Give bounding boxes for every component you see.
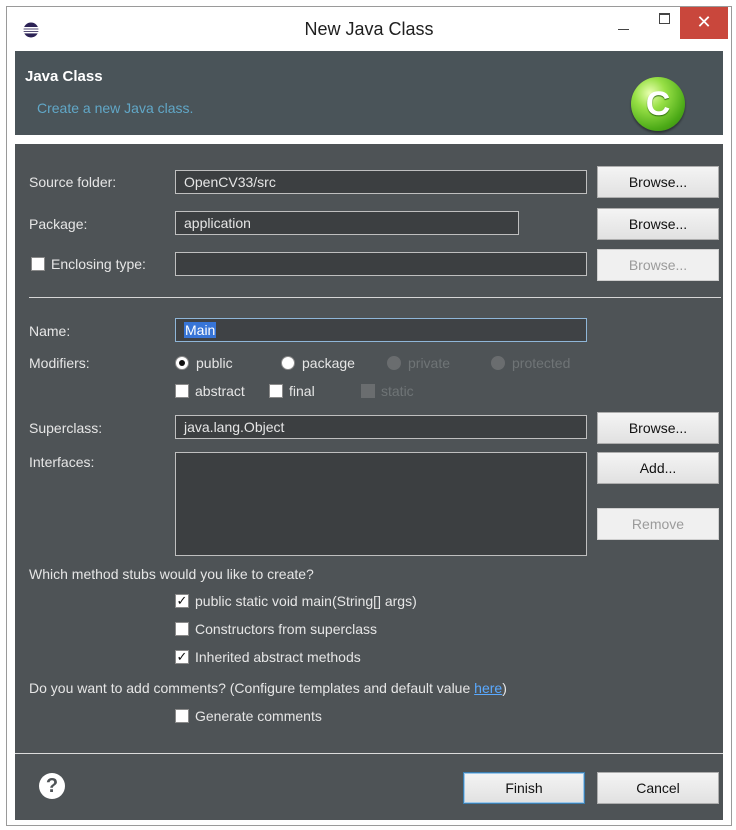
wizard-header: Java Class Create a new Java class. C	[15, 51, 723, 135]
source-folder-field[interactable]: OpenCV33/src	[175, 170, 587, 194]
enclosing-type-field[interactable]	[175, 252, 587, 276]
button-bar: ? Finish Cancel	[15, 753, 723, 820]
interfaces-remove-button[interactable]: Remove	[597, 508, 719, 540]
minimize-button[interactable]	[605, 7, 643, 39]
name-label: Name:	[29, 323, 71, 339]
modifier-package-radio[interactable]	[281, 356, 295, 370]
interfaces-label: Interfaces:	[29, 454, 95, 470]
stub-main-checkbox[interactable]: ✓	[175, 594, 189, 608]
modifier-public-radio[interactable]	[175, 356, 189, 370]
enclosing-type-label: Enclosing type:	[51, 256, 146, 272]
package-field[interactable]: application	[175, 211, 519, 235]
modifier-package-label: package	[302, 355, 355, 371]
title-bar: New Java Class ✕	[7, 7, 731, 51]
finish-button[interactable]: Finish	[463, 772, 585, 804]
stub-constructors-checkbox[interactable]	[175, 622, 189, 636]
method-stubs-question: Which method stubs would you like to cre…	[29, 566, 314, 582]
package-label: Package:	[29, 216, 88, 232]
minimize-icon	[618, 29, 629, 30]
maximize-icon	[659, 13, 670, 24]
maximize-button[interactable]	[645, 7, 683, 39]
stub-constructors-label: Constructors from superclass	[195, 621, 378, 637]
modifiers-label: Modifiers:	[29, 355, 90, 371]
java-class-icon: C	[631, 77, 685, 131]
source-folder-browse-button[interactable]: Browse...	[597, 166, 719, 198]
enclosing-type-checkbox[interactable]	[31, 257, 45, 271]
separator	[29, 297, 721, 298]
wizard-body: Source folder: OpenCV33/src Browse... Pa…	[15, 143, 723, 754]
superclass-field[interactable]: java.lang.Object	[175, 415, 587, 439]
interfaces-add-button[interactable]: Add...	[597, 452, 719, 484]
close-icon: ✕	[696, 12, 712, 32]
stub-inherited-label: Inherited abstract methods	[195, 649, 361, 665]
configure-templates-link[interactable]: here	[474, 680, 502, 696]
stub-inherited-checkbox[interactable]: ✓	[175, 650, 189, 664]
comments-question-text: Do you want to add comments? (Configure …	[29, 680, 475, 696]
close-button[interactable]: ✕	[680, 7, 728, 39]
superclass-label: Superclass:	[29, 420, 103, 436]
modifier-final-checkbox[interactable]	[269, 384, 283, 398]
name-value: Main	[184, 322, 217, 338]
comments-question-end: )	[502, 680, 507, 696]
stub-main-label: public static void main(String[] args)	[195, 593, 417, 609]
modifier-final-label: final	[289, 383, 315, 399]
help-icon[interactable]: ?	[39, 773, 65, 799]
modifier-abstract-checkbox[interactable]	[175, 384, 189, 398]
header-title: Java Class	[25, 68, 103, 85]
header-subtitle: Create a new Java class.	[37, 100, 194, 116]
modifier-protected-label: protected	[512, 355, 571, 371]
modifier-abstract-label: abstract	[195, 383, 245, 399]
modifier-private-radio[interactable]	[387, 356, 401, 370]
new-java-class-dialog: New Java Class ✕ Java Class Create a new…	[6, 6, 732, 826]
comments-question: Do you want to add comments? (Configure …	[29, 680, 507, 696]
cancel-button[interactable]: Cancel	[597, 772, 719, 804]
modifier-protected-radio[interactable]	[491, 356, 505, 370]
modifier-static-checkbox[interactable]	[361, 384, 375, 398]
modifier-private-label: private	[408, 355, 451, 371]
name-field[interactable]: Main	[175, 318, 587, 342]
generate-comments-label: Generate comments	[195, 708, 322, 724]
generate-comments-checkbox[interactable]	[175, 709, 189, 723]
package-browse-button[interactable]: Browse...	[597, 208, 719, 240]
enclosing-type-browse-button[interactable]: Browse...	[597, 249, 719, 281]
modifier-public-label: public	[196, 355, 233, 371]
modifier-static-label: static	[381, 383, 414, 399]
source-folder-label: Source folder:	[29, 174, 117, 190]
interfaces-list[interactable]	[175, 452, 587, 556]
superclass-browse-button[interactable]: Browse...	[597, 412, 719, 444]
